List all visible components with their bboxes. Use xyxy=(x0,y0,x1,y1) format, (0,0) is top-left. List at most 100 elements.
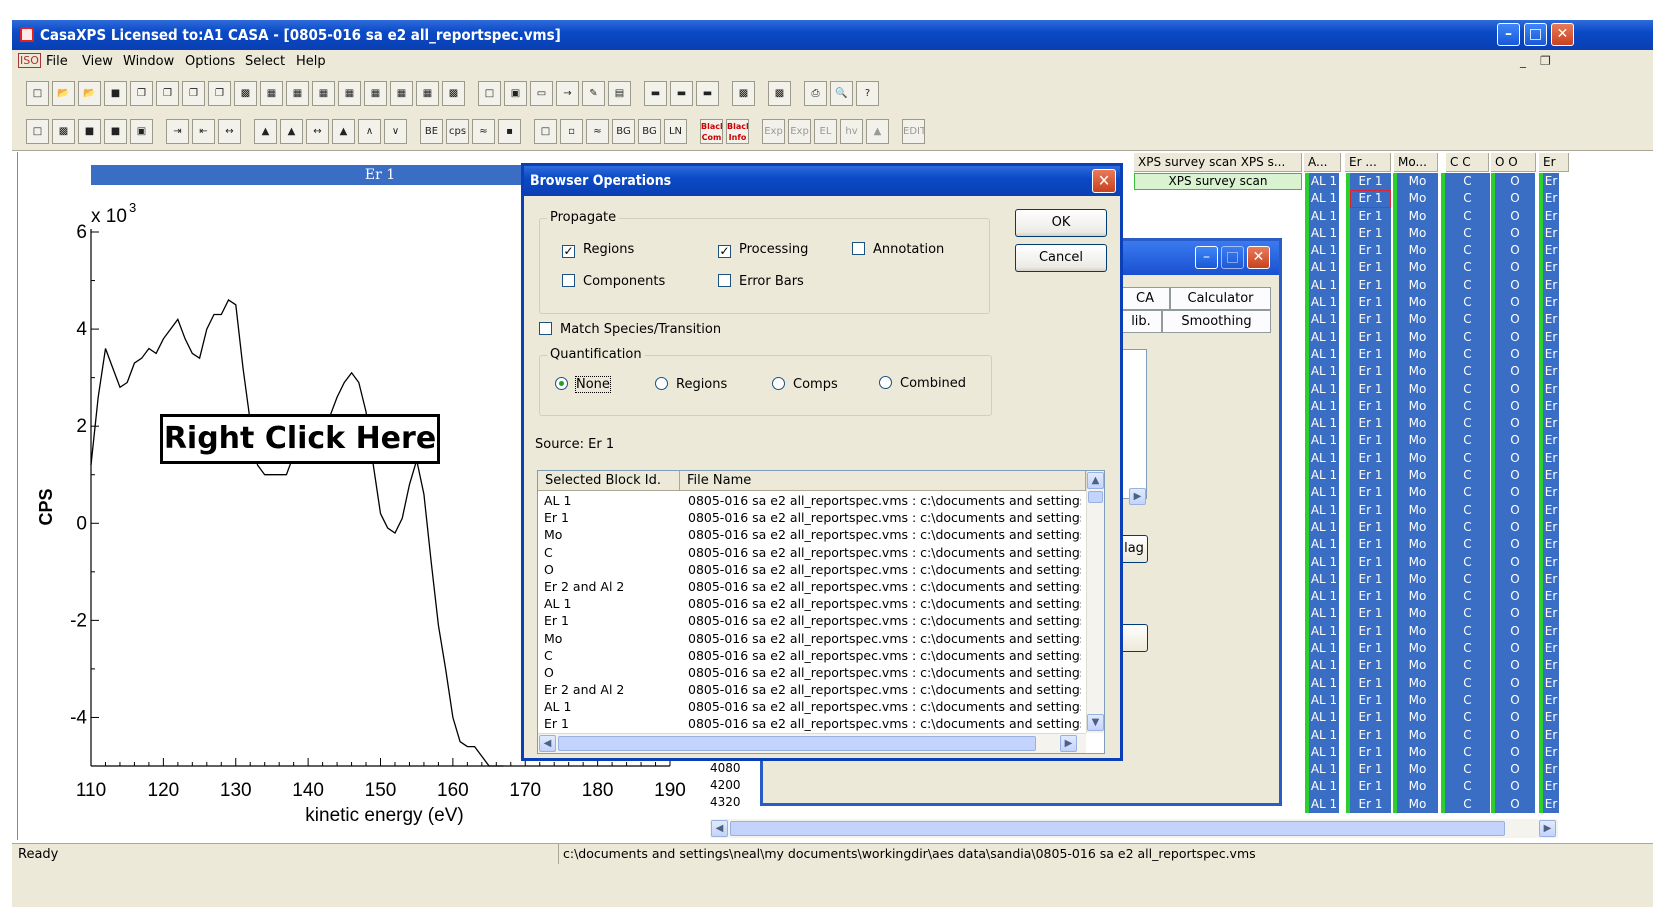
paste2-icon[interactable]: ❐ xyxy=(208,81,231,106)
grid-cell[interactable]: O xyxy=(1495,778,1535,795)
grid-cell[interactable]: Mo xyxy=(1397,778,1438,795)
peak3-icon[interactable]: ▲ xyxy=(332,119,355,144)
match-species-checkbox[interactable]: Match Species/Transition xyxy=(539,322,721,337)
scroll-left-icon[interactable]: ◀ xyxy=(711,820,728,837)
grid-cell[interactable]: Er 1 xyxy=(1350,554,1391,571)
graph-icon[interactable]: ▪ xyxy=(498,119,521,144)
grid-cell[interactable]: Mo xyxy=(1397,294,1438,311)
menu-window[interactable]: Window xyxy=(123,54,174,69)
print-preview-icon[interactable]: 🔍 xyxy=(830,81,853,106)
grid-cell[interactable]: Er xyxy=(1543,225,1559,242)
block-icon[interactable]: ■ xyxy=(78,119,101,144)
ln-icon[interactable]: LN xyxy=(664,119,687,144)
maximize-button[interactable]: □ xyxy=(1524,23,1547,46)
grid-cell[interactable]: AL 1 xyxy=(1309,588,1339,605)
select-icon[interactable]: □ xyxy=(26,119,49,144)
grid-cell[interactable]: Er 1 xyxy=(1350,623,1391,640)
casa-app-icon[interactable] xyxy=(20,27,34,42)
grid-cell[interactable]: Er 1 xyxy=(1350,588,1391,605)
grid-cell[interactable]: O xyxy=(1495,346,1535,363)
processing-checkbox[interactable]: ✓ Processing xyxy=(718,242,808,258)
grid-cell[interactable]: Er 1 xyxy=(1350,502,1391,519)
menu-select[interactable]: Select xyxy=(245,54,285,69)
wave-icon[interactable]: ≈ xyxy=(586,119,609,144)
apply-button[interactable] xyxy=(1120,624,1148,652)
grid-cell[interactable]: Er xyxy=(1543,640,1559,657)
grid-cell[interactable]: O xyxy=(1495,692,1535,709)
list-item[interactable]: O 0805-016 sa e2 all_reportspec.vms : c:\… xyxy=(538,664,1086,681)
dialog-close-icon[interactable]: ✕ xyxy=(1092,169,1116,193)
grid-cell[interactable]: Er 1 xyxy=(1350,173,1391,190)
grid-cell[interactable]: AL 1 xyxy=(1309,415,1339,432)
black-info-icon[interactable]: Black Info xyxy=(726,119,749,144)
grid-cell[interactable]: O xyxy=(1495,623,1535,640)
grid-cell[interactable]: O xyxy=(1495,519,1535,536)
iso-icon[interactable]: ▦ xyxy=(416,81,439,106)
grid-cell[interactable]: C xyxy=(1445,623,1490,640)
grid-cell[interactable]: Er 1 xyxy=(1350,450,1391,467)
quant-comps-radio[interactable]: Comps xyxy=(772,377,838,392)
list-item[interactable]: Er 2 and Al 2 0805-016 sa e2 all_reportsp… xyxy=(538,578,1086,595)
grid-cell[interactable]: Er 1 xyxy=(1350,432,1391,449)
grid-cell[interactable]: Er 1 xyxy=(1350,605,1391,622)
grid-cell[interactable]: Er xyxy=(1543,381,1559,398)
grid-cell[interactable]: C xyxy=(1445,225,1490,242)
grid-cell[interactable]: Er 1 xyxy=(1350,363,1391,380)
display-icon[interactable]: ▣ xyxy=(504,81,527,106)
flag-button[interactable]: lag xyxy=(1120,535,1148,563)
grid-cell[interactable]: Mo xyxy=(1397,554,1438,571)
grid-cell[interactable]: Er xyxy=(1543,173,1559,190)
grid-column-header[interactable]: C C xyxy=(1446,153,1489,172)
grid-cell[interactable]: C xyxy=(1445,329,1490,346)
grid-cell[interactable]: Mo xyxy=(1397,467,1438,484)
grid-cell[interactable]: Mo xyxy=(1397,536,1438,553)
grid-cell[interactable]: C xyxy=(1445,173,1490,190)
paste-icon[interactable]: ❐ xyxy=(182,81,205,106)
grid-cell[interactable]: AL 1 xyxy=(1309,173,1339,190)
grid-cell[interactable]: AL 1 xyxy=(1309,640,1339,657)
grid-cell[interactable]: C xyxy=(1445,502,1490,519)
grid-cell[interactable]: AL 1 xyxy=(1309,208,1339,225)
grid-cell[interactable]: Mo xyxy=(1397,744,1438,761)
bg-sub-icon[interactable]: BG xyxy=(638,119,661,144)
grid-cell[interactable]: Mo xyxy=(1397,675,1438,692)
grid-cell[interactable]: Mo xyxy=(1397,692,1438,709)
grid-column-header[interactable]: Er ... xyxy=(1345,153,1391,172)
grid-cell[interactable]: O xyxy=(1495,484,1535,501)
grid-cell[interactable]: Mo xyxy=(1397,363,1438,380)
grid-cell[interactable]: AL 1 xyxy=(1309,242,1339,259)
annotate-icon[interactable]: ▬ xyxy=(644,81,667,106)
grid-cell[interactable]: O xyxy=(1495,277,1535,294)
grid-cell[interactable]: Mo xyxy=(1397,381,1438,398)
tab-calib[interactable]: lib. xyxy=(1120,310,1162,333)
grid-cell[interactable]: Er xyxy=(1543,675,1559,692)
down-icon[interactable]: ∨ xyxy=(384,119,407,144)
grid-cell[interactable]: O xyxy=(1495,432,1535,449)
grid-cell[interactable]: Er 1 xyxy=(1350,761,1391,778)
grid-cell[interactable]: O xyxy=(1495,329,1535,346)
close-button[interactable]: ✕ xyxy=(1247,246,1270,269)
grid-cell[interactable]: C xyxy=(1445,415,1490,432)
window-icon[interactable]: □ xyxy=(478,81,501,106)
grid-cell[interactable]: Er xyxy=(1543,519,1559,536)
grid-cell[interactable]: O xyxy=(1495,208,1535,225)
list-item[interactable]: Er 1 0805-016 sa e2 all_reportspec.vms : … xyxy=(538,509,1086,526)
expand-icon[interactable]: ↔ xyxy=(306,119,329,144)
errorbars-checkbox[interactable]: Error Bars xyxy=(718,274,804,289)
grid-cell[interactable]: AL 1 xyxy=(1309,502,1339,519)
menu-file[interactable]: File xyxy=(46,54,68,69)
grid-cell[interactable]: Er xyxy=(1543,346,1559,363)
page-icon[interactable]: ▩ xyxy=(234,81,257,106)
tile-icon[interactable]: ▩ xyxy=(52,119,75,144)
menu-options[interactable]: Options xyxy=(185,54,235,69)
grid-column-header[interactable]: O O xyxy=(1491,153,1536,172)
grid-cell[interactable]: Er xyxy=(1543,744,1559,761)
grid-cell[interactable]: O xyxy=(1495,657,1535,674)
grid-cell[interactable]: C xyxy=(1445,761,1490,778)
grid-cell[interactable]: Er 1 xyxy=(1350,744,1391,761)
grid-cell[interactable]: AL 1 xyxy=(1309,450,1339,467)
grid-cell[interactable]: O xyxy=(1495,709,1535,726)
block-list[interactable]: Selected Block Id. File Name AL 1 0805-01… xyxy=(537,470,1105,754)
grid-cell[interactable]: Er 1 xyxy=(1350,692,1391,709)
grid-cell[interactable]: C xyxy=(1445,363,1490,380)
